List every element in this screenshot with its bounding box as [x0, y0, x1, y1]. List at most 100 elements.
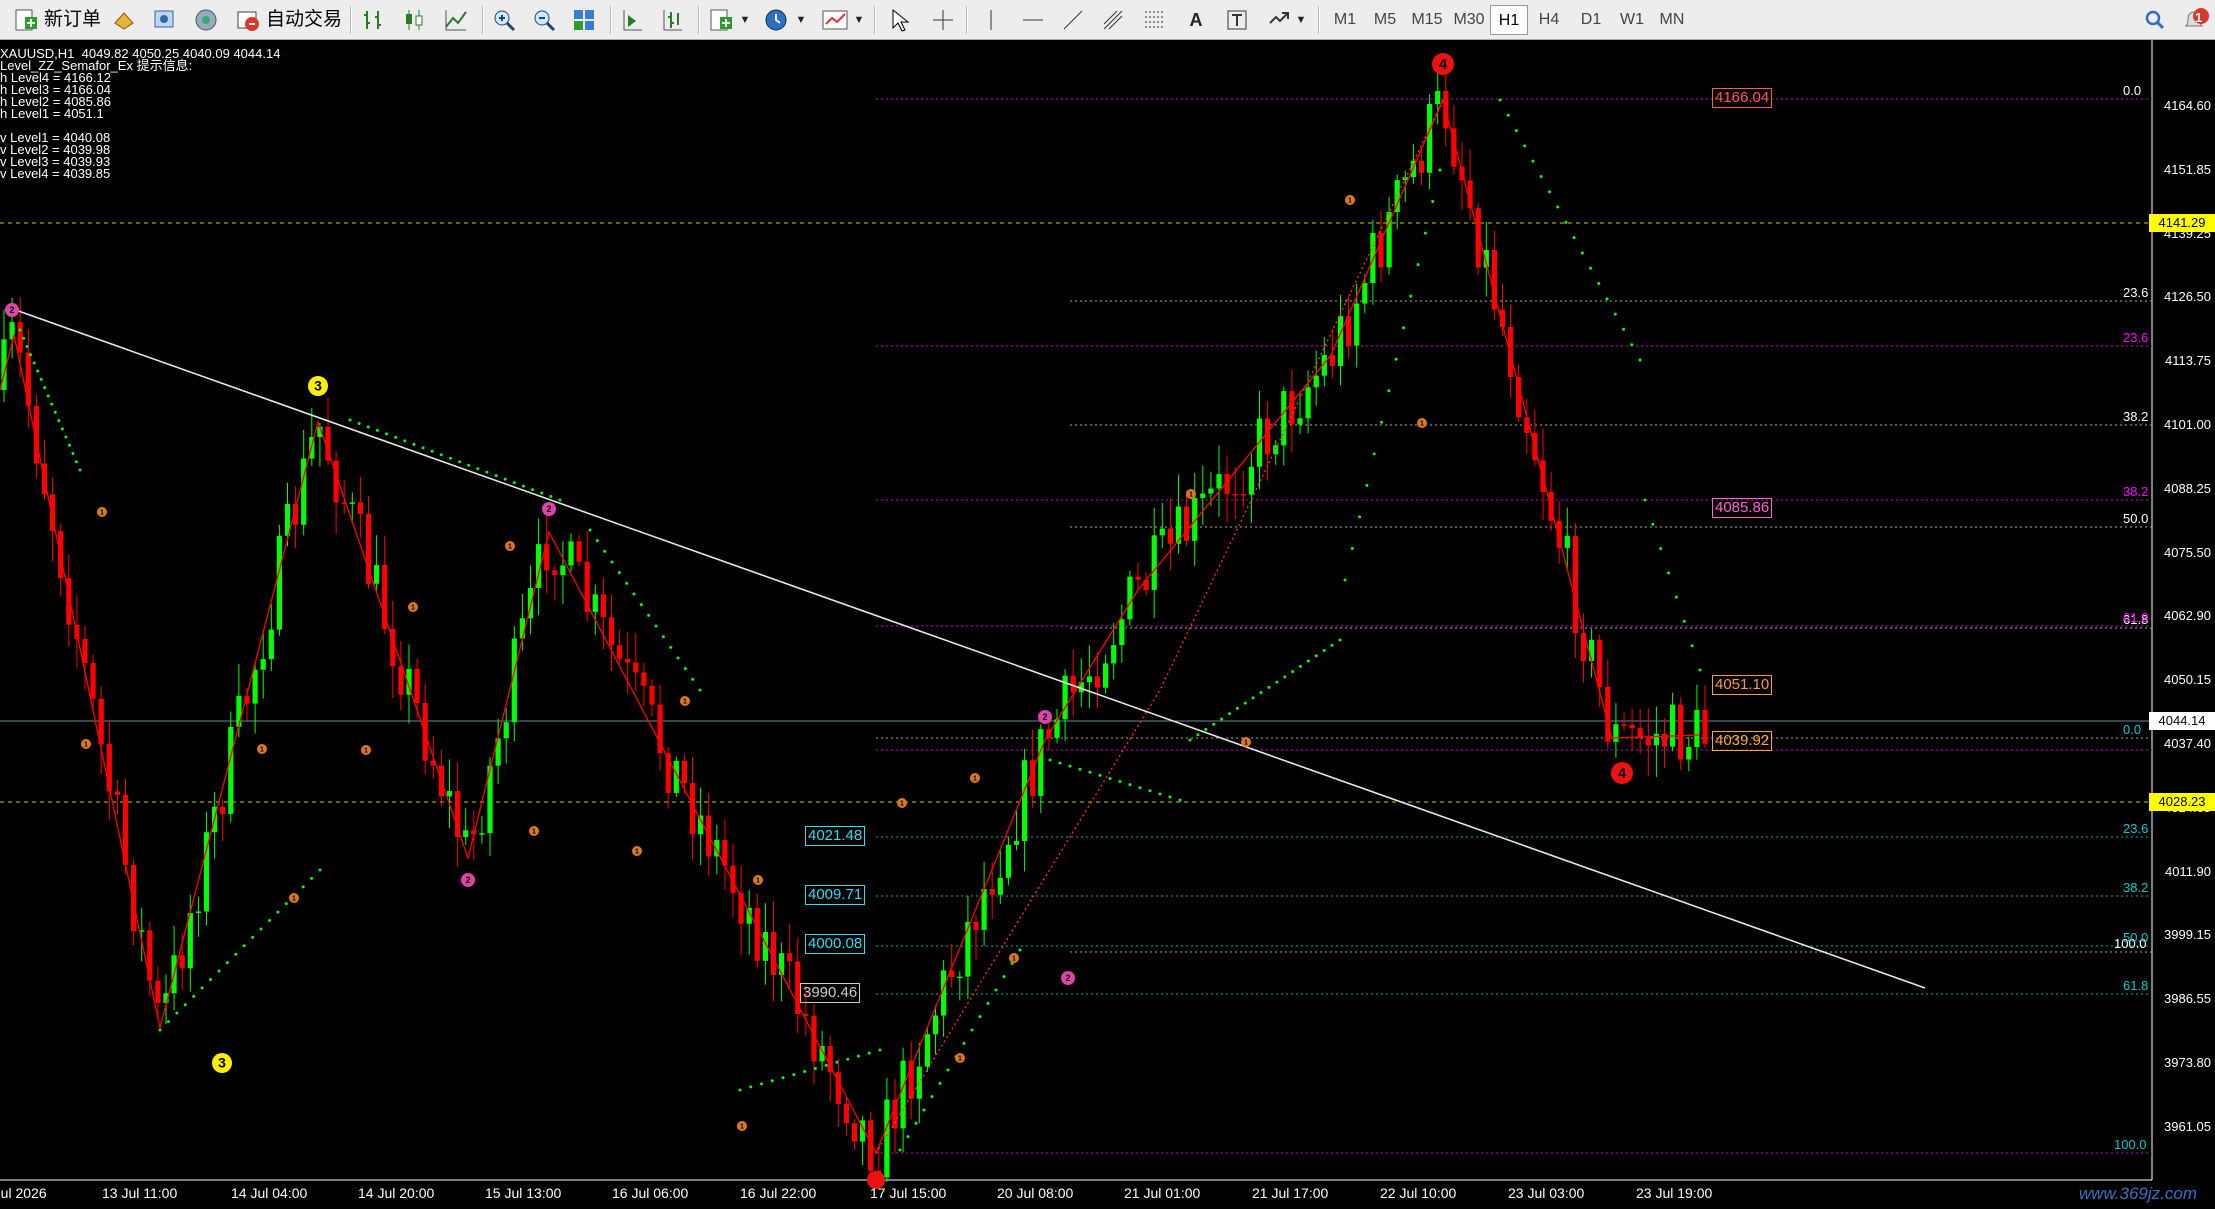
line-chart-icon[interactable] [440, 4, 472, 36]
candle-body [932, 1015, 939, 1035]
candle-body [1094, 676, 1101, 688]
sar-dot [639, 603, 643, 607]
time-tick-label: 23 Jul 19:00 [1636, 1185, 1713, 1201]
cursor-icon[interactable] [884, 4, 914, 36]
candle-body [1329, 355, 1335, 367]
candle-body [1613, 724, 1619, 742]
arrows-dropdown-icon[interactable]: ▼ [1294, 4, 1308, 36]
new-order-button[interactable]: 新订单 [44, 4, 101, 36]
candle-body [957, 976, 963, 979]
fib-lower-label-382: 38.2 [2123, 880, 2149, 895]
candle-body [1686, 747, 1692, 760]
level-box-l1: 4039.92 [1712, 731, 1773, 751]
sar-dot [698, 688, 702, 692]
trendline-icon[interactable] [1058, 4, 1088, 36]
sar-dot [39, 377, 43, 381]
candle-body [1516, 377, 1522, 418]
vertical-line-icon[interactable] [976, 4, 1006, 36]
candle-body [17, 322, 23, 353]
sar-dot [234, 952, 238, 956]
sar-dot [683, 667, 687, 671]
candlestick-icon[interactable] [398, 4, 430, 36]
sar-dot [1330, 643, 1334, 647]
candle-body [1240, 494, 1246, 496]
horizontal-line-icon[interactable] [1018, 4, 1048, 36]
sar-dot [1251, 696, 1255, 700]
time-tick-label: 2 Jul 2026 [0, 1185, 47, 1201]
fibonacci-icon[interactable] [1140, 4, 1170, 36]
candle-body [1208, 488, 1214, 494]
navigator-icon[interactable] [190, 4, 222, 36]
data-window-icon[interactable] [148, 4, 180, 36]
crosshair-icon[interactable] [928, 4, 958, 36]
chart-canvas[interactable]: 2 3 3 2 2 2 2 4 4 1 1 1 1 1 1 1 1 1 1 1 1 1 1 1 1 1 1 1 1 [0, 40, 2215, 1209]
autoscroll-icon[interactable] [616, 4, 648, 36]
periodicity-icon[interactable] [760, 4, 792, 36]
timeframe-d1[interactable]: D1 [1572, 5, 1610, 35]
text-label-icon[interactable] [1222, 4, 1252, 36]
sar-dot [1283, 675, 1287, 679]
bar-chart-icon[interactable] [358, 4, 390, 36]
candle-body [236, 695, 242, 727]
search-icon[interactable] [2140, 4, 2170, 36]
candle-body [1597, 639, 1603, 687]
sar-dot [467, 463, 471, 467]
toolbar-separator [610, 6, 612, 34]
timeframe-h1[interactable]: H1 [1490, 5, 1528, 35]
timeframe-mn[interactable]: MN [1652, 5, 1692, 35]
zoom-out-icon[interactable] [528, 4, 560, 36]
sar-dot [770, 1079, 774, 1083]
sar-dot [64, 435, 68, 439]
notification-bell-icon[interactable]: 1 [2178, 4, 2212, 36]
sar-dot [986, 1001, 990, 1005]
timeframe-h4[interactable]: H4 [1530, 5, 1568, 35]
level-box-c3: 4000.08 [805, 934, 866, 954]
sar-dot [50, 402, 54, 406]
notification-count: 1 [2195, 10, 2203, 25]
periodicity-dropdown-icon[interactable]: ▼ [794, 4, 808, 36]
timeframe-m5[interactable]: M5 [1366, 5, 1404, 35]
timeframe-m1[interactable]: M1 [1326, 5, 1364, 35]
text-tool-icon[interactable]: A [1182, 4, 1210, 36]
templates-icon[interactable] [818, 4, 852, 36]
level-box-c1: 4021.48 [805, 826, 866, 846]
chart-shift-icon[interactable] [656, 4, 688, 36]
high-level-1: h Level1 = 4051.1 [0, 106, 104, 121]
timeframe-m15[interactable]: M15 [1406, 5, 1448, 35]
sar-dot [661, 635, 665, 639]
sar-dot [1682, 619, 1686, 623]
arrows-icon[interactable] [1264, 4, 1294, 36]
auto-trade-icon[interactable] [232, 4, 264, 36]
semafor-marker-label: 2 [546, 504, 551, 514]
semafor-marker-label: 1 [900, 800, 904, 807]
templates-dropdown-icon[interactable]: ▼ [852, 4, 866, 36]
indicators-icon[interactable] [704, 4, 738, 36]
price-tick-label: 3961.05 [2164, 1118, 2211, 1134]
sar-dot [375, 428, 379, 432]
tile-windows-icon[interactable] [568, 4, 600, 36]
sar-dot [946, 1068, 950, 1072]
price-tick-label: 4088.25 [2164, 480, 2211, 496]
sar-dot [1168, 795, 1172, 799]
fib-lower-label-50: 50.0 [2123, 930, 2149, 945]
auto-trade-button[interactable]: 自动交易 [266, 4, 342, 36]
price-chart[interactable]: 23322224411111111111111111111 XAUUSD,H1 … [0, 40, 2215, 1209]
sar-dot [1372, 452, 1376, 456]
candle-body [1670, 704, 1676, 747]
timeframe-m30[interactable]: M30 [1448, 5, 1490, 35]
timeframe-w1[interactable]: W1 [1612, 5, 1652, 35]
candle-body [374, 565, 380, 584]
new-order-icon[interactable] [10, 4, 42, 36]
zoom-in-icon[interactable] [488, 4, 520, 36]
equidistant-channel-icon[interactable] [1098, 4, 1128, 36]
sar-dot [18, 328, 22, 332]
sar-dot [760, 1082, 764, 1086]
price-tick-label: 4050.15 [2164, 672, 2211, 688]
indicators-dropdown-icon[interactable]: ▼ [738, 4, 752, 36]
semafor-marker-label: 2 [9, 305, 14, 315]
market-watch-icon[interactable] [108, 4, 140, 36]
candle-body [25, 352, 31, 406]
sar-dot [1196, 733, 1200, 737]
candle-body [649, 685, 655, 705]
sar-dot [1498, 98, 1502, 102]
